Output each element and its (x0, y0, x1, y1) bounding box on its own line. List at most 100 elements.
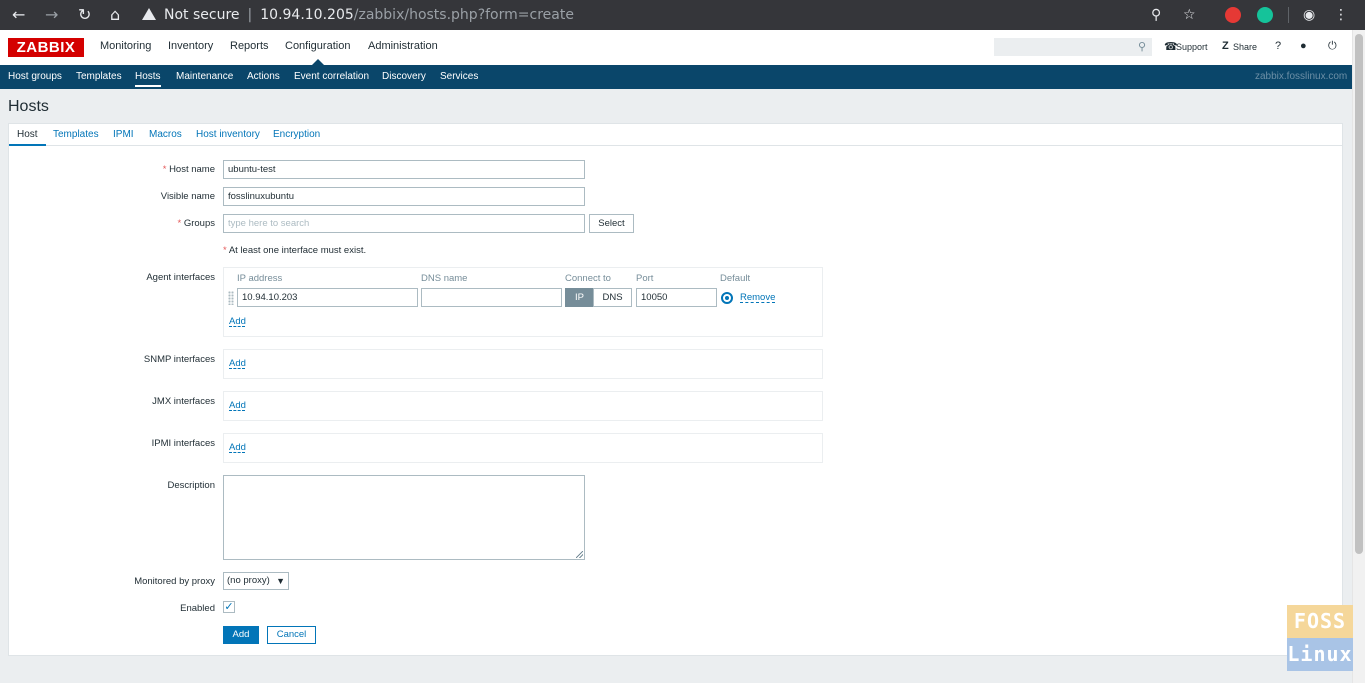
ipmi-interfaces-box: Add (223, 433, 823, 463)
security-label: Not secure (164, 7, 240, 23)
enabled-label: Enabled (180, 603, 215, 614)
cancel-button[interactable]: Cancel (267, 626, 316, 644)
form-tabs: Host Templates IPMI Macros Host inventor… (9, 124, 1342, 146)
host-form-panel: Host Templates IPMI Macros Host inventor… (8, 123, 1343, 656)
add-snmp-interface-link[interactable]: Add (229, 358, 246, 369)
url-separator: | (247, 7, 253, 23)
scrollbar-thumb[interactable] (1355, 34, 1363, 554)
agent-ip-input[interactable]: 10.94.10.203 (237, 288, 418, 307)
interface-note: * At least one interface must exist. (223, 245, 366, 256)
snmp-interfaces-box: Add (223, 349, 823, 379)
tab-macros[interactable]: Macros (149, 129, 182, 140)
submenu-discovery[interactable]: Discovery (382, 71, 426, 82)
fosslinux-watermark: FOSS Linux (1287, 605, 1353, 671)
enabled-checkbox[interactable]: ✓ (223, 601, 235, 613)
add-agent-interface-link[interactable]: Add (229, 316, 246, 327)
col-ip-address: IP address (237, 273, 283, 284)
search-icon[interactable]: ⚲ (1138, 40, 1146, 53)
help-link[interactable]: ? (1275, 40, 1281, 52)
description-label: Description (167, 480, 215, 491)
col-default: Default (720, 273, 751, 284)
incognito-icon[interactable]: ◉ (1303, 6, 1315, 24)
server-name: zabbix.fosslinux.com (1255, 71, 1348, 82)
reload-icon[interactable]: ↻ (78, 5, 91, 25)
agent-interfaces-label: Agent interfaces (146, 272, 215, 283)
description-textarea[interactable] (223, 475, 585, 560)
address-bar[interactable]: Not secure | 10.94.10.205/zabbix/hosts.php… (142, 4, 574, 26)
agent-interfaces-box: IP address DNS name Connect to Port Defa… (223, 267, 823, 337)
resize-grip-icon[interactable] (576, 551, 583, 558)
tab-templates[interactable]: Templates (53, 129, 99, 140)
col-port: Port (636, 273, 654, 284)
zabbix-header: ZABBIX Monitoring Inventory Reports Conf… (0, 30, 1352, 65)
extension-red-icon[interactable] (1225, 7, 1241, 23)
host-name-label-text: Host name (169, 164, 215, 175)
page-scrollbar[interactable] (1352, 30, 1365, 683)
agent-dns-input[interactable] (421, 288, 562, 307)
submenu-host-groups[interactable]: Host groups (8, 71, 62, 82)
col-connect-to: Connect to (565, 273, 611, 284)
warning-icon (142, 8, 156, 20)
zabbix-logo[interactable]: ZABBIX (8, 38, 84, 57)
drag-handle-icon[interactable] (228, 291, 234, 305)
active-tab-indicator (9, 144, 46, 146)
groups-label-text: Groups (183, 218, 215, 229)
user-profile-icon[interactable]: ● (1300, 40, 1307, 52)
host-name-input[interactable]: ubuntu-test (223, 160, 585, 179)
back-arrow-icon[interactable]: ← (12, 5, 25, 25)
zoom-icon[interactable]: ⚲ (1151, 6, 1161, 24)
share-link[interactable]: Share (1233, 42, 1257, 52)
snmp-interfaces-label: SNMP interfaces (143, 354, 215, 365)
default-interface-radio[interactable] (721, 292, 733, 304)
submenu-services[interactable]: Services (440, 71, 478, 82)
add-ipmi-interface-link[interactable]: Add (229, 442, 246, 453)
jmx-interfaces-box: Add (223, 391, 823, 421)
watermark-foss: FOSS (1287, 605, 1353, 638)
ipmi-interfaces-label: IPMI interfaces (151, 438, 215, 449)
connect-dns-toggle[interactable]: DNS (593, 288, 632, 307)
forward-arrow-icon[interactable]: → (45, 5, 58, 25)
url-path: /zabbix/hosts.php?form=create (353, 7, 574, 23)
tab-ipmi[interactable]: IPMI (113, 129, 134, 140)
bookmark-star-icon[interactable]: ☆ (1183, 6, 1196, 24)
menu-administration[interactable]: Administration (368, 40, 438, 52)
proxy-select[interactable]: (no proxy) ▼ (223, 572, 289, 590)
menu-reports[interactable]: Reports (230, 40, 269, 52)
power-icon[interactable]: ⏻ (1328, 40, 1337, 53)
add-host-button[interactable]: Add (223, 626, 259, 644)
watermark-linux: Linux (1287, 638, 1353, 671)
toolbar-divider (1288, 7, 1289, 23)
proxy-selected-value: (no proxy) (227, 575, 270, 586)
add-jmx-interface-link[interactable]: Add (229, 400, 246, 411)
submenu-event-correlation[interactable]: Event correlation (294, 71, 369, 82)
url-host: 10.94.10.205 (260, 7, 354, 23)
menu-dots-icon[interactable]: ⋮ (1334, 6, 1348, 24)
col-dns-name: DNS name (421, 273, 468, 284)
groups-search-input[interactable]: type here to search (223, 214, 585, 233)
home-icon[interactable]: ⌂ (110, 5, 120, 25)
agent-port-input[interactable]: 10050 (636, 288, 717, 307)
proxy-label: Monitored by proxy (134, 576, 215, 587)
groups-label: * Groups (178, 218, 216, 229)
submenu-hosts[interactable]: Hosts (135, 71, 161, 87)
visible-name-input[interactable]: fosslinuxubuntu (223, 187, 585, 206)
tab-host[interactable]: Host (17, 129, 38, 140)
menu-monitoring[interactable]: Monitoring (100, 40, 151, 52)
submenu-actions[interactable]: Actions (247, 71, 280, 82)
tab-host-inventory[interactable]: Host inventory (196, 129, 260, 140)
share-icon[interactable]: Z (1222, 40, 1229, 52)
submenu-templates[interactable]: Templates (76, 71, 122, 82)
menu-inventory[interactable]: Inventory (168, 40, 213, 52)
support-link[interactable]: Support (1176, 42, 1208, 52)
page-title: Hosts (8, 98, 49, 115)
global-search-input[interactable]: ⚲ (994, 38, 1152, 56)
connect-ip-toggle[interactable]: IP (565, 288, 594, 307)
submenu-maintenance[interactable]: Maintenance (176, 71, 233, 82)
tab-encryption[interactable]: Encryption (273, 129, 320, 140)
groups-select-button[interactable]: Select (589, 214, 634, 233)
menu-configuration[interactable]: Configuration (285, 40, 350, 52)
remove-interface-link[interactable]: Remove (740, 292, 775, 303)
interface-note-text: At least one interface must exist. (228, 245, 367, 256)
grammarly-extension-icon[interactable] (1257, 7, 1273, 23)
jmx-interfaces-label: JMX interfaces (152, 396, 215, 407)
